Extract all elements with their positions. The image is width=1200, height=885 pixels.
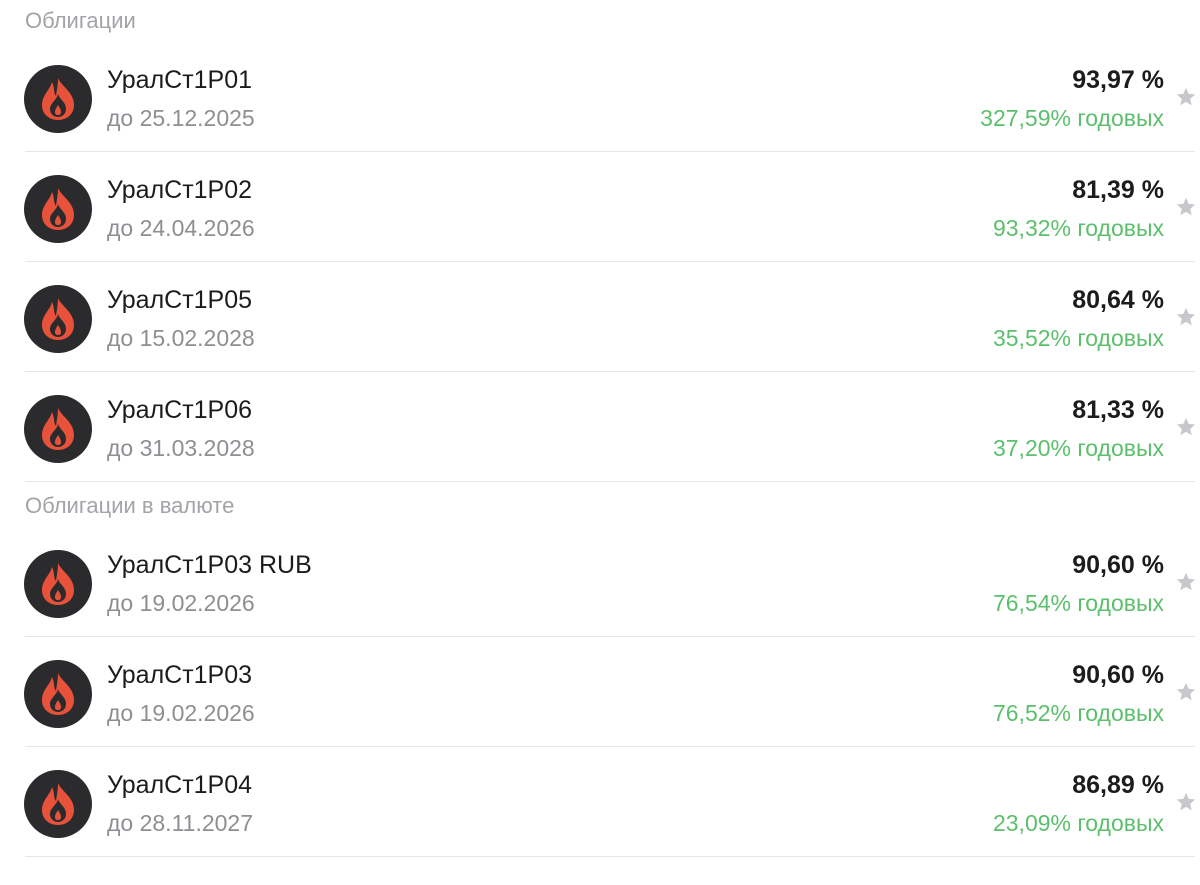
bond-row-ural-st-1r02[interactable]: УралСт1Р02 до 24.04.2026 81,39 % 93,32% … — [0, 152, 1200, 262]
bond-yield: 327,59% годовых — [980, 105, 1164, 131]
bond-price: 90,60 % — [1072, 661, 1164, 689]
row-divider — [25, 481, 1195, 482]
bond-name: УралСт1Р05 — [107, 286, 253, 314]
star-icon[interactable] — [1175, 86, 1197, 108]
flame-logo-icon — [24, 770, 92, 838]
bond-price: 81,33 % — [1072, 396, 1164, 424]
bond-name: УралСт1Р02 — [107, 176, 253, 204]
bond-price: 93,97 % — [1072, 66, 1164, 94]
flame-logo-icon — [24, 395, 92, 463]
bond-maturity-date: до 15.02.2028 — [107, 325, 255, 351]
bond-name: УралСт1Р01 — [107, 66, 253, 94]
flame-logo-icon — [24, 550, 92, 618]
bond-maturity-date: до 25.12.2025 — [107, 105, 255, 131]
bond-row-ural-st-1r01[interactable]: УралСт1Р01 до 25.12.2025 93,97 % 327,59%… — [0, 42, 1200, 152]
section-header-bonds: Облигации — [25, 8, 136, 33]
flame-logo-icon — [24, 175, 92, 243]
bond-row-ural-st-1r03-rub[interactable]: УралСт1Р03 RUB до 19.02.2026 90,60 % 76,… — [0, 527, 1200, 637]
bond-maturity-date: до 19.02.2026 — [107, 590, 255, 616]
bond-price: 81,39 % — [1072, 176, 1164, 204]
bond-row-ural-st-1r06[interactable]: УралСт1Р06 до 31.03.2028 81,33 % 37,20% … — [0, 372, 1200, 482]
row-divider — [25, 856, 1195, 857]
bond-name: УралСт1Р04 — [107, 771, 253, 799]
flame-logo-icon — [24, 65, 92, 133]
bond-maturity-date: до 24.04.2026 — [107, 215, 255, 241]
bond-row-ural-st-1r04[interactable]: УралСт1Р04 до 28.11.2027 86,89 % 23,09% … — [0, 747, 1200, 857]
bond-yield: 93,32% годовых — [992, 215, 1164, 241]
bond-row-ural-st-1r03[interactable]: УралСт1Р03 до 19.02.2026 90,60 % 76,52% … — [0, 637, 1200, 747]
star-icon[interactable] — [1175, 196, 1197, 218]
star-icon[interactable] — [1175, 681, 1197, 703]
flame-logo-icon — [24, 285, 92, 353]
bond-price: 86,89 % — [1072, 771, 1164, 799]
bond-yield: 76,54% годовых — [992, 590, 1164, 616]
bond-price: 90,60 % — [1072, 551, 1164, 579]
section-header-currency-bonds: Облигации в валюте — [25, 493, 235, 518]
bond-row-ural-st-1r05[interactable]: УралСт1Р05 до 15.02.2028 80,64 % 35,52% … — [0, 262, 1200, 372]
bond-maturity-date: до 28.11.2027 — [107, 810, 254, 836]
bond-price: 80,64 % — [1072, 286, 1164, 314]
star-icon[interactable] — [1175, 571, 1197, 593]
bond-maturity-date: до 31.03.2028 — [107, 435, 255, 461]
star-icon[interactable] — [1175, 791, 1197, 813]
bond-name: УралСт1Р06 — [107, 396, 253, 424]
bond-yield: 23,09% годовых — [992, 810, 1164, 836]
flame-logo-icon — [24, 660, 92, 728]
bond-name: УралСт1Р03 — [107, 661, 253, 689]
bond-yield: 37,20% годовых — [992, 435, 1164, 461]
bond-maturity-date: до 19.02.2026 — [107, 700, 255, 726]
star-icon[interactable] — [1175, 416, 1197, 438]
bond-name: УралСт1Р03 RUB — [107, 551, 312, 579]
star-icon[interactable] — [1175, 306, 1197, 328]
bond-yield: 35,52% годовых — [992, 325, 1164, 351]
bond-yield: 76,52% годовых — [992, 700, 1164, 726]
